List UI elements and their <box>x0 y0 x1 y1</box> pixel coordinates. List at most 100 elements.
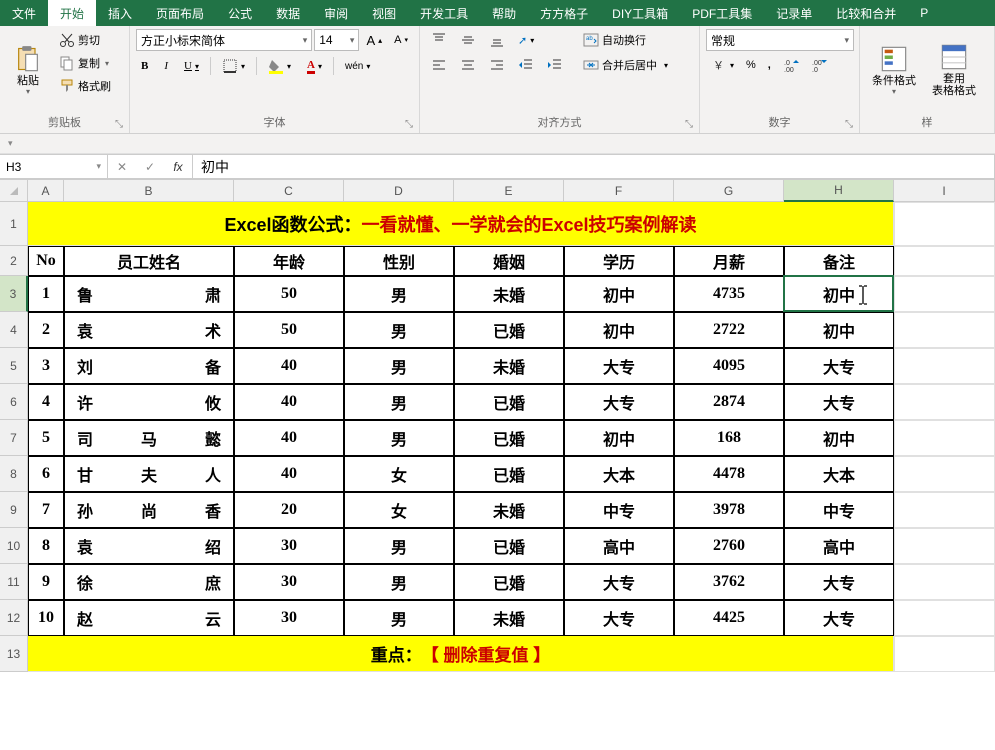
col-header-D[interactable]: D <box>344 180 454 202</box>
menu-tab-13[interactable]: 记录单 <box>764 0 824 26</box>
table-cell[interactable]: 甘夫人 <box>64 456 234 492</box>
menu-tab-11[interactable]: DIY工具箱 <box>600 0 680 26</box>
conditional-format-button[interactable]: 条件格式▾ <box>866 29 922 111</box>
table-header[interactable]: 婚姻 <box>454 246 564 276</box>
table-header[interactable]: 性别 <box>344 246 454 276</box>
menu-tab-0[interactable]: 文件 <box>0 0 48 26</box>
menu-tab-6[interactable]: 审阅 <box>312 0 360 26</box>
align-right-button[interactable] <box>484 54 510 76</box>
table-header[interactable]: 学历 <box>564 246 674 276</box>
table-cell[interactable]: 20 <box>234 492 344 528</box>
column-headers[interactable]: ABCDEFGHI <box>28 180 995 202</box>
phonetic-button[interactable]: wén▾ <box>340 58 375 75</box>
italic-button[interactable]: I <box>159 57 173 75</box>
table-cell[interactable]: 男 <box>344 528 454 564</box>
table-cell[interactable]: 1 <box>28 276 64 312</box>
table-cell[interactable]: 已婚 <box>454 528 564 564</box>
fill-color-button[interactable]: ▾ <box>263 55 296 77</box>
table-cell[interactable]: 2722 <box>674 312 784 348</box>
table-cell[interactable]: 9 <box>28 564 64 600</box>
table-cell[interactable]: 初中 <box>784 420 894 456</box>
table-cell[interactable]: 男 <box>344 312 454 348</box>
align-middle-button[interactable] <box>455 29 481 51</box>
table-cell[interactable]: 初中 <box>564 420 674 456</box>
table-header[interactable]: No <box>28 246 64 276</box>
table-cell[interactable]: 初中 <box>564 312 674 348</box>
table-cell[interactable]: 鲁肃 <box>64 276 234 312</box>
menu-tab-5[interactable]: 数据 <box>264 0 312 26</box>
table-cell[interactable]: 40 <box>234 456 344 492</box>
table-cell[interactable]: 孙尚香 <box>64 492 234 528</box>
col-header-C[interactable]: C <box>234 180 344 202</box>
table-cell[interactable]: 徐庶 <box>64 564 234 600</box>
cut-button[interactable]: 剪切 <box>54 29 116 51</box>
row-header-11[interactable]: 11 <box>0 564 28 600</box>
table-cell[interactable]: 未婚 <box>454 348 564 384</box>
table-cell[interactable]: 未婚 <box>454 600 564 636</box>
table-cell[interactable]: 3 <box>28 348 64 384</box>
cancel-formula-button[interactable]: ✕ <box>108 155 136 178</box>
font-color-button[interactable]: A▾ <box>302 56 327 77</box>
table-cell[interactable]: 男 <box>344 600 454 636</box>
table-cell[interactable]: 中专 <box>564 492 674 528</box>
table-cell[interactable]: 50 <box>234 312 344 348</box>
underline-button[interactable]: U ▾ <box>179 57 204 75</box>
chevron-down-icon[interactable]: ▾ <box>8 138 13 149</box>
table-cell[interactable]: 2874 <box>674 384 784 420</box>
bold-button[interactable]: B <box>136 57 153 75</box>
row-header-3[interactable]: 3 <box>0 276 28 312</box>
table-cell[interactable]: 40 <box>234 384 344 420</box>
paste-button[interactable]: 粘贴 ▾ <box>6 29 50 111</box>
table-cell[interactable]: 已婚 <box>454 384 564 420</box>
table-cell[interactable]: 未婚 <box>454 276 564 312</box>
table-cell[interactable]: 司马懿 <box>64 420 234 456</box>
table-cell[interactable]: 高中 <box>564 528 674 564</box>
table-cell[interactable]: 中专 <box>784 492 894 528</box>
table-cell[interactable]: 女 <box>344 492 454 528</box>
dialog-launcher-icon[interactable]: ⤡ <box>115 119 123 130</box>
table-cell[interactable]: 大专 <box>564 348 674 384</box>
table-cell[interactable]: 男 <box>344 384 454 420</box>
row-header-6[interactable]: 6 <box>0 384 28 420</box>
table-cell[interactable]: 4478 <box>674 456 784 492</box>
table-cell[interactable]: 男 <box>344 420 454 456</box>
decrease-decimal-button[interactable]: .00.0 <box>806 54 832 76</box>
table-cell[interactable]: 8 <box>28 528 64 564</box>
col-header-I[interactable]: I <box>894 180 995 202</box>
table-cell[interactable]: 未婚 <box>454 492 564 528</box>
table-cell[interactable]: 30 <box>234 564 344 600</box>
table-cell[interactable]: 袁术 <box>64 312 234 348</box>
number-format-combo[interactable]: 常规▾ <box>706 29 854 51</box>
menu-tab-12[interactable]: PDF工具集 <box>680 0 764 26</box>
row-header-2[interactable]: 2 <box>0 246 28 276</box>
footer-cell[interactable]: 重点：【 删除重复值 】 <box>28 636 894 672</box>
menu-tab-9[interactable]: 帮助 <box>480 0 528 26</box>
table-cell[interactable]: 5 <box>28 420 64 456</box>
menu-tab-10[interactable]: 方方格子 <box>528 0 600 26</box>
table-cell[interactable]: 2 <box>28 312 64 348</box>
increase-font-button[interactable]: A▴ <box>361 30 387 51</box>
table-header[interactable]: 员工姓名 <box>64 246 234 276</box>
menu-tab-4[interactable]: 公式 <box>216 0 264 26</box>
table-header[interactable]: 月薪 <box>674 246 784 276</box>
table-cell[interactable]: 30 <box>234 528 344 564</box>
table-cell[interactable]: 大专 <box>784 564 894 600</box>
accept-formula-button[interactable]: ✓ <box>136 155 164 178</box>
table-cell[interactable]: 4425 <box>674 600 784 636</box>
cells-area[interactable]: Excel函数公式：一看就懂、一学就会的Excel技巧案例解读No员工姓名年龄性… <box>28 202 995 672</box>
row-headers[interactable]: 12345678910111213 <box>0 202 28 672</box>
accounting-format-button[interactable]: ￥▾ <box>706 54 739 76</box>
table-cell[interactable]: 4735 <box>674 276 784 312</box>
decrease-indent-button[interactable] <box>513 54 539 76</box>
table-cell[interactable]: 赵云 <box>64 600 234 636</box>
table-format-button[interactable]: 套用 表格格式 <box>926 29 982 111</box>
dialog-launcher-icon[interactable]: ⤡ <box>845 119 853 130</box>
menu-tab-1[interactable]: 开始 <box>48 0 96 26</box>
table-cell[interactable]: 168 <box>674 420 784 456</box>
menu-tab-3[interactable]: 页面布局 <box>144 0 216 26</box>
table-cell[interactable]: 30 <box>234 600 344 636</box>
title-cell[interactable]: Excel函数公式：一看就懂、一学就会的Excel技巧案例解读 <box>28 202 894 246</box>
menu-tab-2[interactable]: 插入 <box>96 0 144 26</box>
table-cell[interactable]: 已婚 <box>454 456 564 492</box>
table-header[interactable]: 年龄 <box>234 246 344 276</box>
